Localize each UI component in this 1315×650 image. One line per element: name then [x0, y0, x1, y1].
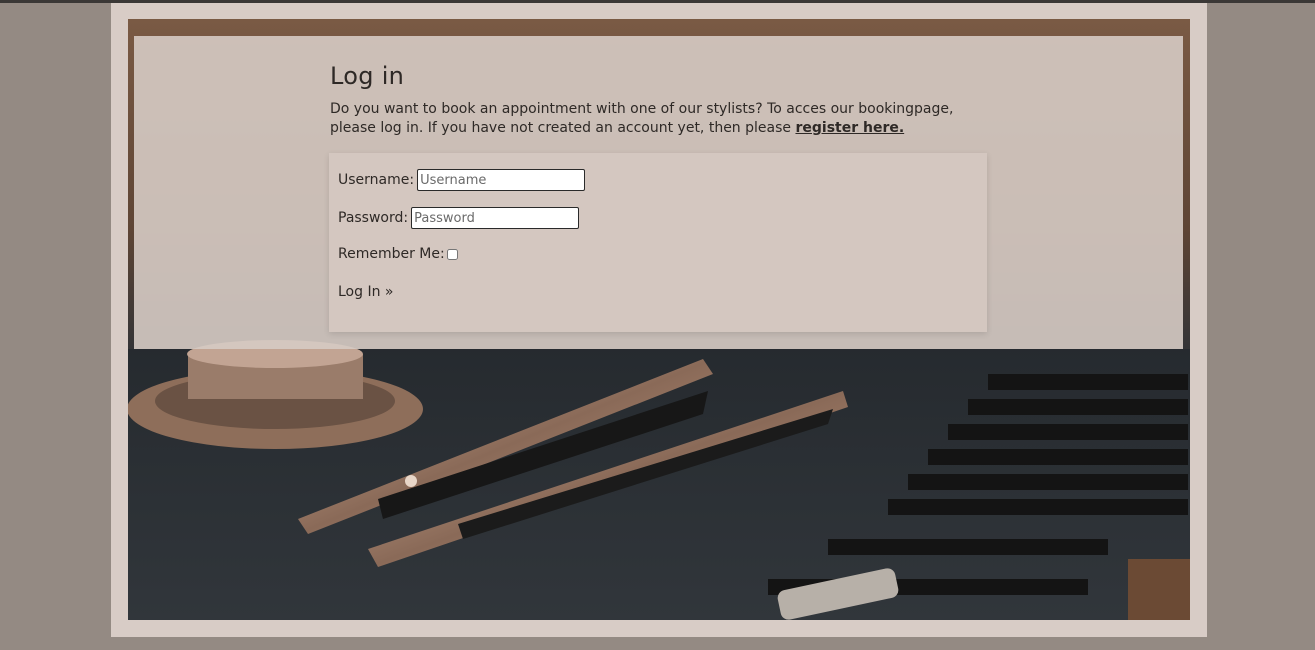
register-link[interactable]: register here.	[795, 120, 904, 136]
intro-text: Do you want to book an appointment with …	[330, 100, 970, 138]
login-panel: Log in Do you want to book an appointmen…	[134, 36, 1183, 349]
remember-me-checkbox[interactable]	[446, 248, 458, 260]
username-input[interactable]	[417, 169, 586, 191]
content-frame: Log in Do you want to book an appointmen…	[111, 3, 1207, 637]
password-input[interactable]	[411, 207, 580, 229]
remember-me-label: Remember Me:	[338, 246, 445, 262]
password-row: Password:	[338, 207, 580, 229]
password-label: Password:	[338, 210, 409, 226]
page-title: Log in	[330, 62, 405, 90]
remember-row: Remember Me:	[338, 246, 458, 262]
hero-background-image: Log in Do you want to book an appointmen…	[128, 19, 1190, 620]
login-button[interactable]: Log In »	[338, 284, 393, 300]
username-label: Username:	[338, 172, 415, 188]
username-row: Username:	[338, 169, 586, 191]
login-form: Username: Password: Remember Me: Log In …	[329, 153, 987, 332]
